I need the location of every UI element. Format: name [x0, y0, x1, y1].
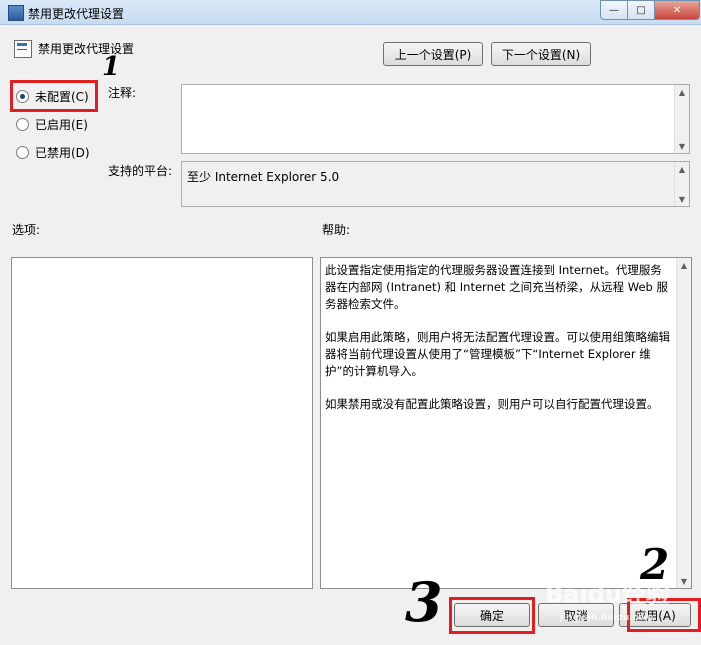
close-icon: ✕	[672, 4, 682, 16]
scroll-down-icon[interactable]: ▼	[677, 574, 691, 588]
help-text: 此设置指定使用指定的代理服务器设置连接到 Internet。代理服务器在内部网 …	[325, 262, 673, 429]
radio-enabled[interactable]: 已启用(E)	[16, 116, 88, 133]
help-paragraph: 如果启用此策略，则用户将无法配置代理设置。可以使用组策略编辑器将当前代理设置从使…	[325, 330, 670, 378]
scroll-up-icon[interactable]: ▲	[675, 162, 689, 176]
options-label: 选项:	[12, 223, 41, 237]
radio-disabled[interactable]: 已禁用(D)	[16, 144, 90, 161]
app-icon	[8, 5, 24, 21]
annotation-number-1: 1	[102, 52, 121, 82]
comment-textarea[interactable]: ▲ ▼	[181, 84, 690, 154]
scroll-down-icon[interactable]: ▼	[675, 192, 689, 206]
minimize-button[interactable]: —	[600, 0, 628, 20]
maximize-button[interactable]: □	[627, 0, 655, 20]
scroll-up-icon[interactable]: ▲	[675, 85, 689, 99]
previous-setting-button[interactable]: 上一个设置(P)	[383, 42, 483, 66]
radio-label: 已启用(E)	[35, 118, 88, 132]
policy-setting-icon	[14, 40, 32, 58]
help-label: 帮助:	[322, 223, 351, 237]
help-paragraph: 此设置指定使用指定的代理服务器设置连接到 Internet。代理服务器在内部网 …	[325, 263, 668, 311]
close-button[interactable]: ✕	[654, 0, 700, 20]
scroll-up-icon[interactable]: ▲	[677, 258, 691, 272]
platform-scrollbar[interactable]: ▲ ▼	[674, 162, 689, 206]
highlight-ok	[449, 597, 535, 634]
scroll-down-icon[interactable]: ▼	[675, 139, 689, 153]
platform-label: 支持的平台:	[108, 164, 173, 178]
highlight-not-configured	[10, 80, 98, 112]
comment-scrollbar[interactable]: ▲ ▼	[674, 85, 689, 153]
comment-label: 注释:	[108, 86, 137, 100]
platform-value: 至少 Internet Explorer 5.0	[187, 170, 340, 184]
minimize-icon: —	[609, 4, 619, 16]
annotation-number-3: 3	[405, 570, 443, 634]
help-pane[interactable]: 此设置指定使用指定的代理服务器设置连接到 Internet。代理服务器在内部网 …	[320, 257, 692, 589]
maximize-icon: □	[636, 4, 646, 16]
next-setting-button[interactable]: 下一个设置(N)	[491, 42, 591, 66]
radio-button[interactable]	[16, 118, 29, 131]
group-policy-dialog: 禁用更改代理设置 — □ ✕ 禁用更改代理设置 上一个设置(P) 下一个设置(N…	[0, 0, 701, 645]
platform-field: 至少 Internet Explorer 5.0 ▲ ▼	[181, 161, 690, 207]
help-paragraph: 如果禁用或没有配置此策略设置，则用户可以自行配置代理设置。	[325, 397, 659, 411]
options-pane[interactable]	[11, 257, 313, 589]
title-bar[interactable]: 禁用更改代理设置 — □ ✕	[0, 0, 701, 25]
watermark-logo: Baidu经验	[545, 580, 670, 608]
radio-button[interactable]	[16, 146, 29, 159]
help-scrollbar[interactable]: ▲ ▼	[676, 258, 691, 588]
window-title: 禁用更改代理设置	[28, 7, 125, 21]
radio-label: 已禁用(D)	[35, 146, 90, 160]
watermark-url: jingyan.baidu.com	[560, 613, 654, 623]
